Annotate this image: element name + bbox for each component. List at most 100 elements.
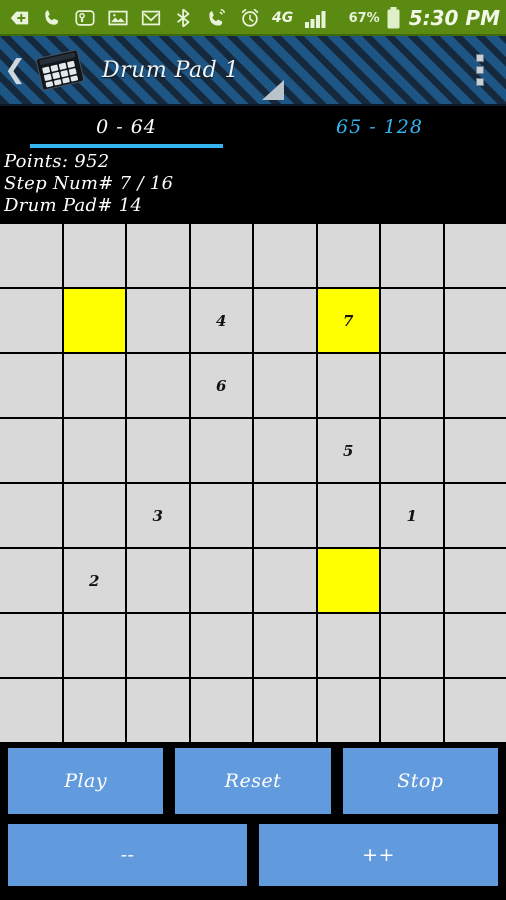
grid-cell-r8-c1[interactable] <box>0 679 62 742</box>
grid-cell-r4-c5[interactable] <box>254 419 316 482</box>
grid-cell-r2-c7[interactable] <box>381 289 443 352</box>
grid-cell-r2-c5[interactable] <box>254 289 316 352</box>
grid-cell-r1-c6[interactable] <box>317 224 379 287</box>
grid-cell-r4-c8[interactable] <box>444 419 506 482</box>
grid-cell-r8-c2[interactable] <box>63 679 125 742</box>
grid-cell-r2-c6[interactable]: 7 <box>317 289 379 352</box>
drum-pad-device-icon <box>30 45 90 95</box>
grid-cell-r2-c8[interactable] <box>444 289 506 352</box>
grid-cell-r4-c3[interactable] <box>127 419 189 482</box>
increment-button[interactable]: ++ <box>259 824 498 886</box>
grid-cell-r7-c3[interactable] <box>127 614 189 677</box>
grid-cell-r3-c6[interactable] <box>317 354 379 417</box>
tab-range-65-128[interactable]: 65 - 128 <box>253 106 506 148</box>
grid-cell-r1-c4[interactable] <box>190 224 252 287</box>
grid-cell-r1-c1[interactable] <box>0 224 62 287</box>
grid-cell-r6-c1[interactable] <box>0 549 62 612</box>
grid-cell-r4-c6[interactable]: 5 <box>317 419 379 482</box>
grid-cell-r6-c8[interactable] <box>444 549 506 612</box>
grid-cell-r2-c2[interactable] <box>63 289 125 352</box>
points-label: Points: 952 <box>4 151 110 172</box>
grid-cell-r2-c3[interactable] <box>127 289 189 352</box>
grid-cell-r7-c6[interactable] <box>317 614 379 677</box>
voicemail-icon <box>74 7 96 29</box>
grid-cell-r7-c5[interactable] <box>254 614 316 677</box>
step-number-label: Step Num# 7 / 16 <box>4 173 174 194</box>
grid-cell-r7-c7[interactable] <box>381 614 443 677</box>
grid-cell-r4-c2[interactable] <box>63 419 125 482</box>
phone-missed-icon <box>206 7 228 29</box>
grid-cell-r1-c8[interactable] <box>444 224 506 287</box>
sequencer-grid[interactable]: 4 7 6 5 3 1 2 <box>0 221 506 742</box>
overflow-dot <box>476 78 484 86</box>
page-title: Drum Pad 1 <box>102 57 240 83</box>
grid-cell-r8-c3[interactable] <box>127 679 189 742</box>
grid-cell-r8-c6[interactable] <box>317 679 379 742</box>
grid-cell-r3-c8[interactable] <box>444 354 506 417</box>
overflow-dot <box>476 54 484 62</box>
grid-cell-r5-c7[interactable]: 1 <box>381 484 443 547</box>
grid-cell-r6-c4[interactable] <box>190 549 252 612</box>
grid-cell-r5-c1[interactable] <box>0 484 62 547</box>
download-arrow-icon <box>8 7 30 29</box>
grid-cell-r5-c5[interactable] <box>254 484 316 547</box>
tab-range-0-64[interactable]: 0 - 64 <box>0 106 253 148</box>
grid-cell-r5-c3[interactable]: 3 <box>127 484 189 547</box>
grid-cell-r1-c7[interactable] <box>381 224 443 287</box>
step-adjust-button-row: -- ++ <box>0 814 506 886</box>
grid-cell-r8-c8[interactable] <box>444 679 506 742</box>
battery-icon <box>386 6 401 30</box>
grid-cell-r4-c4[interactable] <box>190 419 252 482</box>
grid-cell-r3-c3[interactable] <box>127 354 189 417</box>
grid-cell-r8-c5[interactable] <box>254 679 316 742</box>
grid-cell-r8-c4[interactable] <box>190 679 252 742</box>
grid-cell-r4-c1[interactable] <box>0 419 62 482</box>
status-bar: 4G 67% 5:30 PM <box>0 0 506 36</box>
range-tabs: 0 - 64 65 - 128 <box>0 106 506 148</box>
grid-cell-r6-c7[interactable] <box>381 549 443 612</box>
app-title-bar: ❮ Drum Pad 1 <box>0 36 506 106</box>
bluetooth-icon <box>173 7 195 29</box>
grid-cell-r2-c1[interactable] <box>0 289 62 352</box>
grid-cell-r3-c2[interactable] <box>63 354 125 417</box>
grid-cell-r1-c5[interactable] <box>254 224 316 287</box>
signal-bars-icon <box>304 7 330 29</box>
grid-cell-r1-c3[interactable] <box>127 224 189 287</box>
grid-cell-r3-c7[interactable] <box>381 354 443 417</box>
grid-cell-r6-c6[interactable] <box>317 549 379 612</box>
grid-cell-r7-c8[interactable] <box>444 614 506 677</box>
grid-cell-r5-c8[interactable] <box>444 484 506 547</box>
grid-cell-r7-c2[interactable] <box>63 614 125 677</box>
back-chevron-icon[interactable]: ❮ <box>0 36 30 104</box>
overflow-menu-icon[interactable] <box>476 54 484 86</box>
grid-cell-r3-c5[interactable] <box>254 354 316 417</box>
reset-button[interactable]: Reset <box>175 748 331 814</box>
status-bar-right: 67% 5:30 PM <box>349 6 500 30</box>
transport-button-row: Play Reset Stop <box>0 742 506 814</box>
overflow-dot <box>476 66 484 74</box>
battery-percent-label: 67% <box>348 10 380 26</box>
grid-cell-r3-c4[interactable]: 6 <box>190 354 252 417</box>
grid-cell-r2-c4[interactable]: 4 <box>190 289 252 352</box>
grid-cell-r6-c5[interactable] <box>254 549 316 612</box>
grid-cell-r1-c2[interactable] <box>63 224 125 287</box>
alarm-clock-icon <box>239 7 261 29</box>
play-button[interactable]: Play <box>8 748 164 814</box>
grid-cell-r4-c7[interactable] <box>381 419 443 482</box>
clock-label: 5:30 PM <box>408 6 500 30</box>
grid-cell-r8-c7[interactable] <box>381 679 443 742</box>
grid-cell-r7-c1[interactable] <box>0 614 62 677</box>
grid-cell-r5-c4[interactable] <box>190 484 252 547</box>
gallery-icon <box>107 7 129 29</box>
grid-cell-r3-c1[interactable] <box>0 354 62 417</box>
grid-cell-r7-c4[interactable] <box>190 614 252 677</box>
grid-cell-r5-c6[interactable] <box>317 484 379 547</box>
grid-cell-r5-c2[interactable] <box>63 484 125 547</box>
decrement-button[interactable]: -- <box>8 824 247 886</box>
grid-cell-r6-c3[interactable] <box>127 549 189 612</box>
grid-cell-r6-c2[interactable]: 2 <box>63 549 125 612</box>
info-panel: Points: 952 Step Num# 7 / 16 Drum Pad# 1… <box>0 148 506 221</box>
network-type-label: 4G <box>272 10 294 26</box>
stop-button[interactable]: Stop <box>342 748 498 814</box>
gmail-icon <box>140 7 162 29</box>
